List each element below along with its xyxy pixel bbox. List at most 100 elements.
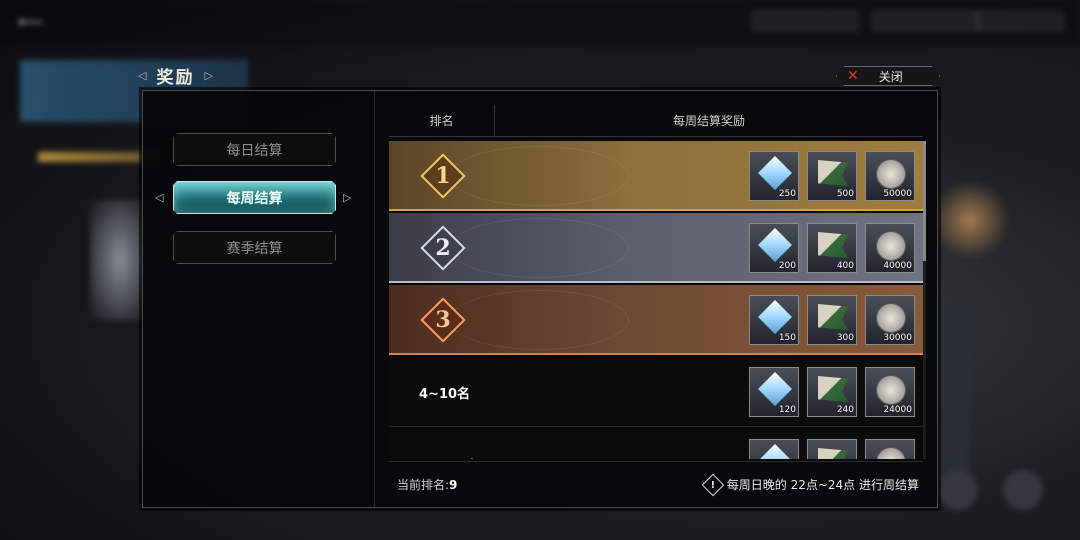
reward-items [749, 439, 915, 459]
table-row: 1 250 500 50000 [389, 141, 923, 211]
light-glow [930, 180, 1010, 260]
current-rank-value: 9 [449, 478, 458, 492]
row-pattern [449, 218, 629, 278]
table-row: 4~10名 120 240 24000 [389, 357, 923, 427]
banner-icon [818, 232, 848, 258]
close-label: 关闭 [878, 69, 903, 84]
reward-item[interactable] [865, 439, 915, 459]
rank-number: 3 [435, 307, 451, 333]
resource-slot [975, 10, 1065, 32]
reward-qty: 120 [778, 405, 796, 415]
row-pattern [449, 146, 629, 206]
current-rank-label: 当前排名: [397, 478, 450, 492]
close-icon: ✕ [847, 68, 859, 84]
character-silhouette [90, 200, 150, 320]
column-rank: 排名 [389, 105, 495, 136]
table-rows[interactable]: 1 250 500 50000 2 200 400 40000 3 150 30… [389, 141, 923, 459]
rank-number: 1 [435, 163, 451, 189]
reward-qty: 240 [836, 405, 854, 415]
reward-item[interactable]: 250 [749, 151, 799, 201]
silver-coin-icon [876, 303, 906, 333]
tab-season[interactable]: 赛季结算 [173, 231, 336, 264]
silver-coin-icon [876, 375, 906, 405]
menu-icon [1003, 470, 1043, 510]
current-rank: 当前排名:9 [397, 476, 457, 493]
reward-qty: 300 [836, 333, 854, 343]
reward-item[interactable]: 24000 [865, 367, 915, 417]
banner-icon [818, 304, 848, 330]
table-header: 排名 每周结算奖励 [389, 105, 923, 137]
table-row: 11~20名 [389, 429, 923, 459]
diamond-icon [758, 372, 792, 406]
panel-footer: 当前排名:9 ! 每周日晚的 22点~24点 进行周结算 [389, 461, 923, 503]
progress-bar [38, 152, 158, 162]
ornament-right-icon: ▷ [204, 68, 213, 82]
silver-coin-icon [876, 231, 906, 261]
rank-number: 2 [435, 235, 451, 261]
reward-qty: 30000 [883, 333, 912, 343]
row-pattern [449, 290, 629, 350]
scrollbar[interactable] [923, 141, 926, 459]
reward-header: ◁ 奖励 ▷ [138, 60, 213, 90]
warning-icon: ! [701, 473, 725, 496]
diamond-icon [758, 444, 792, 459]
reward-item[interactable]: 400 [807, 223, 857, 273]
diamond-icon [758, 156, 792, 190]
settlement-notice: ! 每周日晚的 22点~24点 进行周结算 [701, 473, 919, 496]
banner-icon [818, 376, 848, 402]
close-button[interactable]: ✕ 关闭 [836, 66, 940, 86]
reward-qty: 400 [836, 261, 854, 271]
silver-coin-icon [876, 447, 906, 459]
table-row: 3 150 300 30000 [389, 285, 923, 355]
reward-items: 150 300 30000 [749, 295, 915, 345]
reward-qty: 250 [778, 189, 796, 199]
reward-qty: 50000 [883, 189, 912, 199]
menu-icon [938, 470, 978, 510]
reward-table: 排名 每周结算奖励 1 250 500 50000 2 200 400 4000… [389, 105, 926, 465]
reward-items: 200 400 40000 [749, 223, 915, 273]
reward-panel: 每日结算 每周结算 ◁ ▷ 赛季结算 排名 每周结算奖励 1 250 500 5… [142, 90, 938, 508]
reward-items: 250 500 50000 [749, 151, 915, 201]
reward-qty: 150 [778, 333, 796, 343]
back-arrow-icon: ⟵ [18, 12, 44, 33]
resource-slot [750, 10, 860, 32]
ornament-left-icon: ◁ [138, 68, 147, 82]
rank-range: 11~20名 [419, 429, 479, 460]
table-row: 2 200 400 40000 [389, 213, 923, 283]
tab-ornament-left-icon: ◁ [155, 191, 164, 204]
reward-item[interactable]: 50000 [865, 151, 915, 201]
reward-item[interactable]: 300 [807, 295, 857, 345]
reward-qty: 500 [836, 189, 854, 199]
rank-range: 4~10名 [419, 386, 471, 402]
reward-qty: 200 [778, 261, 796, 271]
column-reward: 每周结算奖励 [672, 114, 745, 128]
banner-icon [818, 448, 848, 459]
tab-daily[interactable]: 每日结算 [173, 133, 336, 166]
diamond-icon [758, 228, 792, 262]
resource-slot [870, 10, 980, 32]
reward-item[interactable]: 500 [807, 151, 857, 201]
rank-badge-icon: 3 [420, 297, 466, 343]
silver-coin-icon [876, 159, 906, 189]
tab-weekly[interactable]: 每周结算 [173, 181, 336, 214]
banner-icon [818, 160, 848, 186]
rank-badge-icon: 1 [420, 153, 466, 199]
settlement-tabs: 每日结算 每周结算 ◁ ▷ 赛季结算 [143, 91, 375, 507]
diamond-icon [758, 300, 792, 334]
reward-item[interactable]: 120 [749, 367, 799, 417]
reward-item[interactable] [807, 439, 857, 459]
reward-item[interactable] [749, 439, 799, 459]
reward-items: 120 240 24000 [749, 367, 915, 417]
reward-item[interactable]: 30000 [865, 295, 915, 345]
reward-qty: 40000 [883, 261, 912, 271]
notice-text: 每周日晚的 22点~24点 进行周结算 [726, 478, 919, 492]
reward-qty: 24000 [883, 405, 912, 415]
reward-item[interactable]: 40000 [865, 223, 915, 273]
scrollbar-thumb[interactable] [923, 141, 926, 261]
rank-badge-icon: 2 [420, 225, 466, 271]
reward-item[interactable]: 200 [749, 223, 799, 273]
tab-ornament-right-icon: ▷ [343, 191, 352, 204]
page-title: 奖励 [156, 67, 195, 88]
reward-item[interactable]: 240 [807, 367, 857, 417]
reward-item[interactable]: 150 [749, 295, 799, 345]
